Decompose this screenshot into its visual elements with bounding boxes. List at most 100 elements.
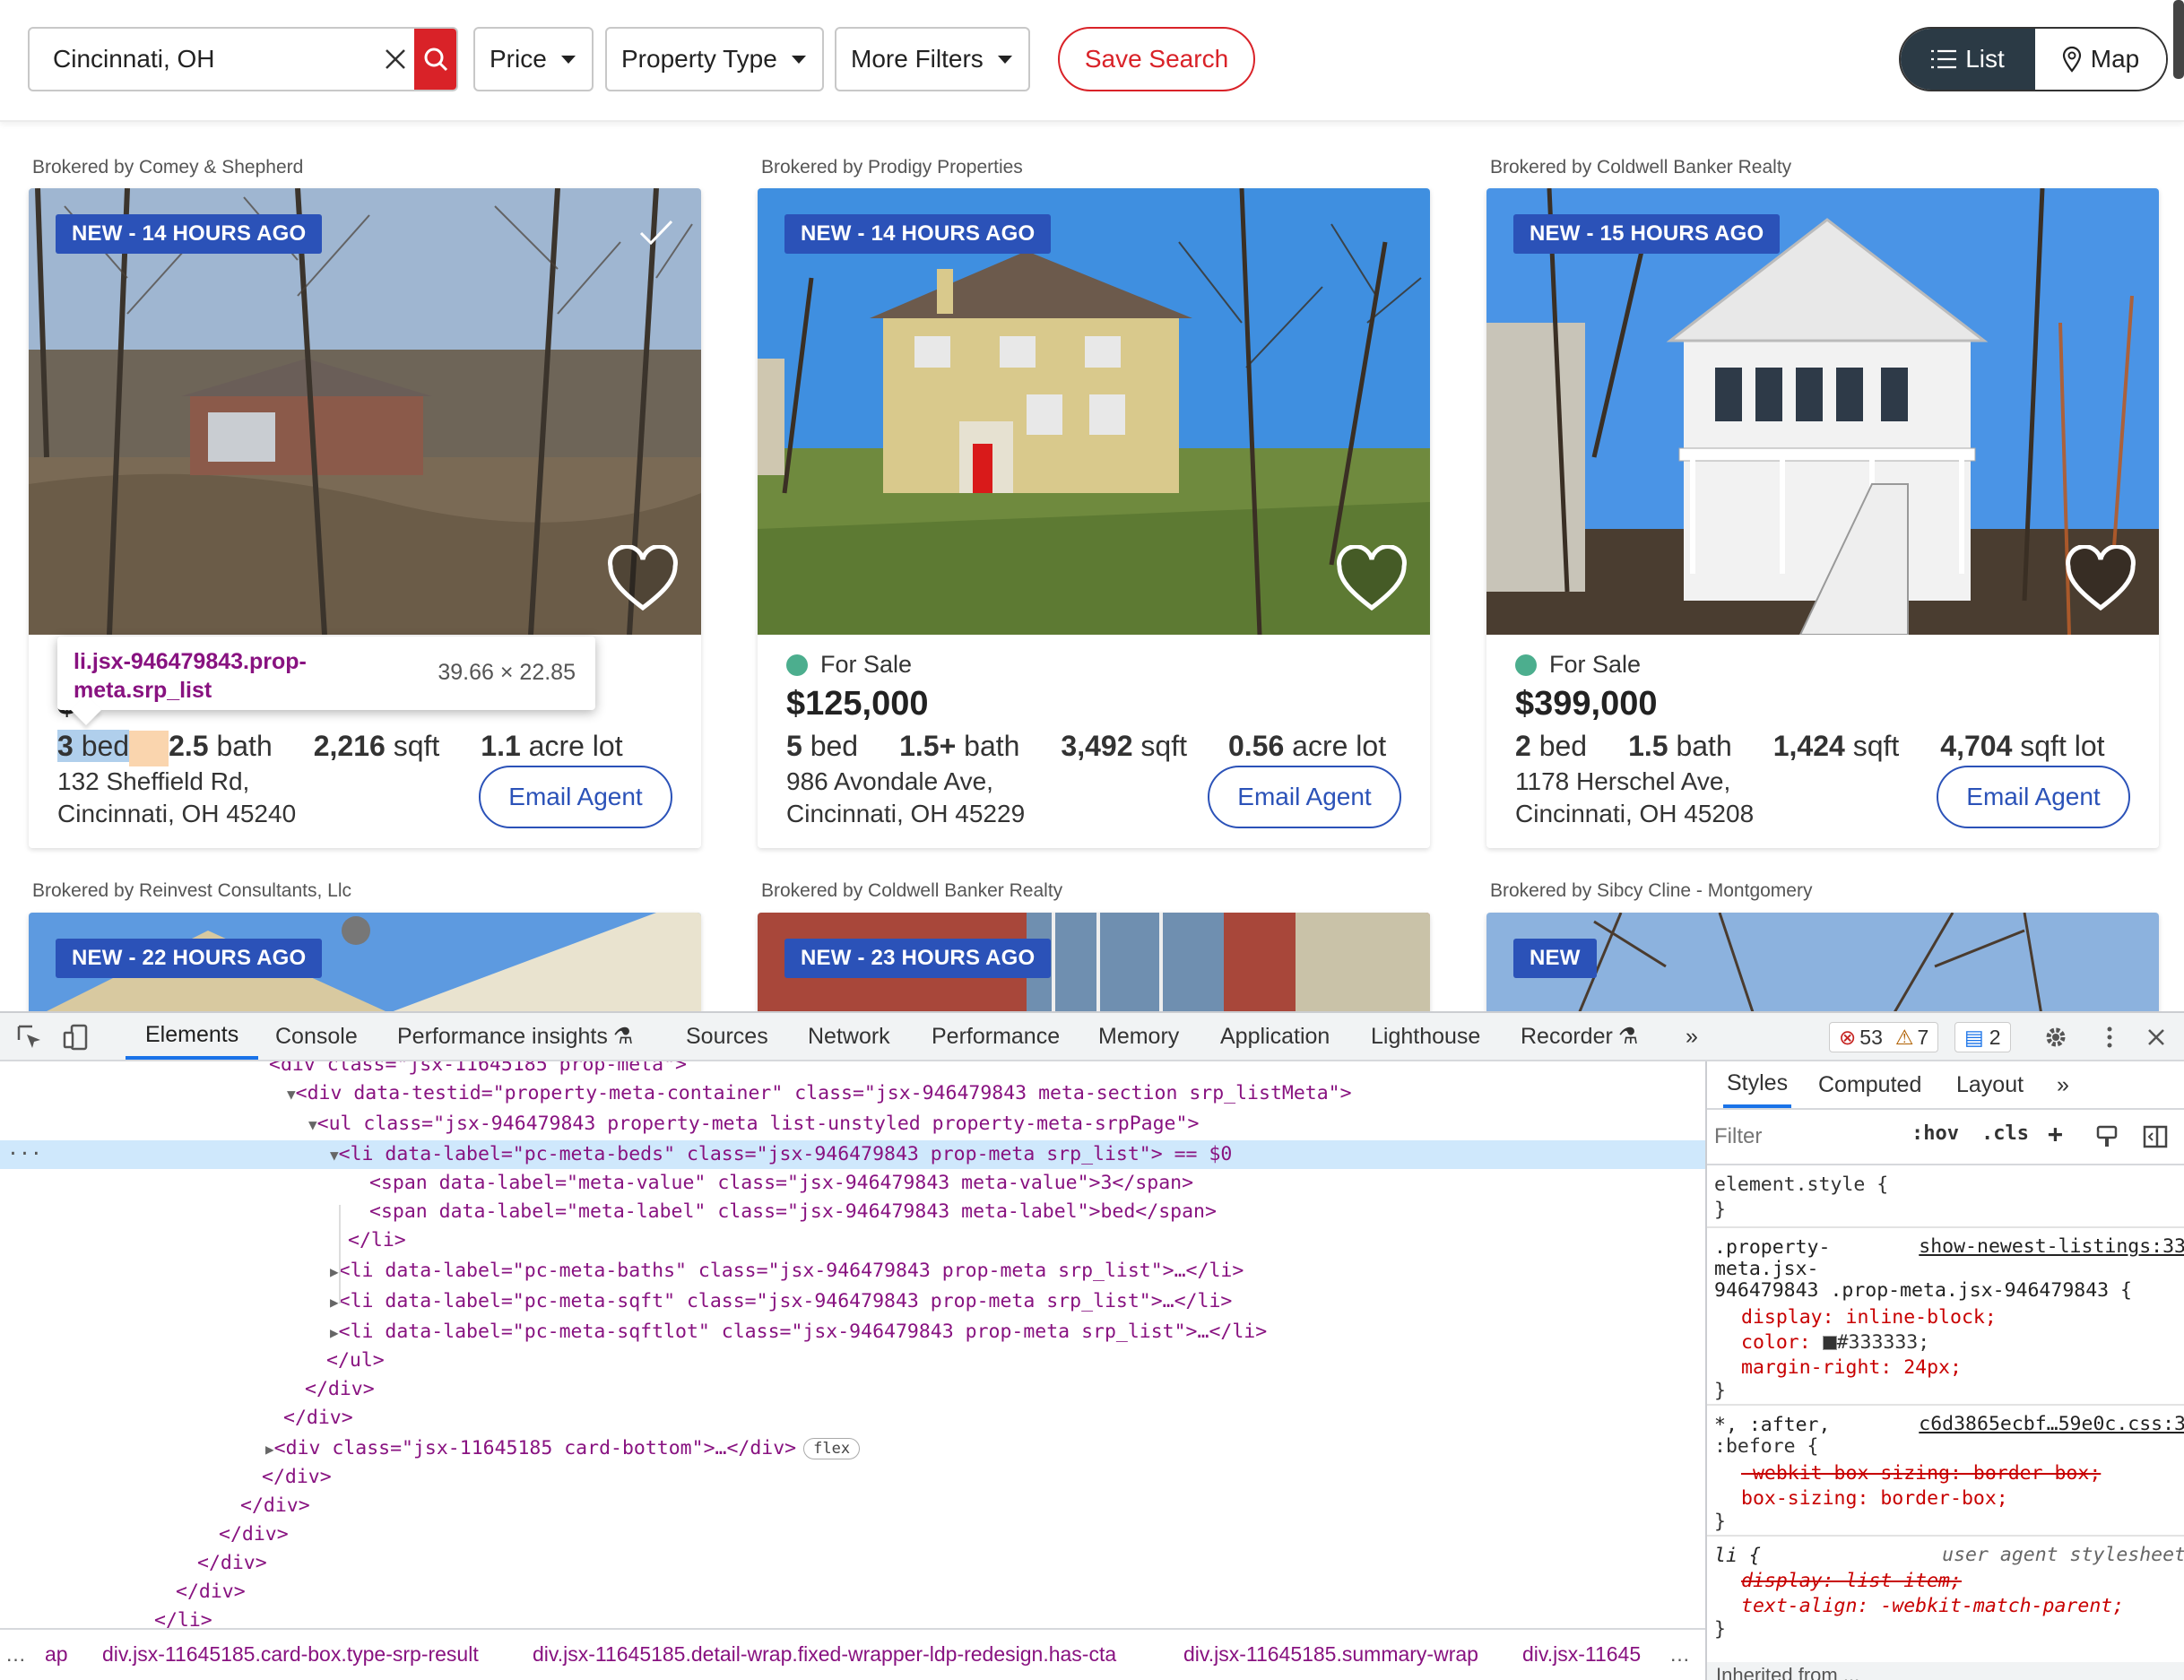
listing-card-box[interactable]: NEW - 14 HOURS AGO $ 3 bed2.5 bath2,216 … <box>29 188 701 848</box>
styles-filter-input[interactable] <box>1714 1121 1894 1153</box>
email-agent-button[interactable]: Email Agent <box>1937 766 2130 828</box>
more-options-icon[interactable] <box>2096 1024 2123 1051</box>
dom-node[interactable]: ▶<div class="jsx-11645185 card-bottom">…… <box>0 1434 1705 1463</box>
dom-node[interactable]: ▶<li data-label="pc-meta-baths" class="j… <box>0 1257 1705 1286</box>
listing-photo[interactable]: NEW - 15 HOURS AGO <box>1486 188 2159 635</box>
tab-application[interactable]: Application <box>1220 1013 1330 1060</box>
more-filters-dropdown[interactable]: More Filters <box>835 27 1030 91</box>
heart-icon[interactable] <box>1335 545 1408 613</box>
dom-node[interactable]: ▶<li data-label="pc-meta-sqft" class="js… <box>0 1287 1705 1316</box>
dom-node[interactable]: </div> <box>0 1578 1705 1606</box>
heart-icon[interactable] <box>606 545 680 613</box>
listing-address[interactable]: 986 Avondale Ave, Cincinnati, OH 45229 <box>786 766 1025 830</box>
dom-node[interactable]: <span data-label="meta-label" class="jsx… <box>0 1198 1705 1226</box>
listing-address[interactable]: 1178 Herschel Ave, Cincinnati, OH 45208 <box>1515 766 1754 830</box>
breadcrumb-item[interactable]: div.jsx-11645185.summary-wrap <box>1183 1642 1478 1667</box>
device-toolbar-icon[interactable] <box>63 1024 90 1051</box>
page-scrollbar[interactable] <box>2173 0 2184 79</box>
dom-node[interactable]: </div> <box>0 1463 1705 1492</box>
tab-performance[interactable]: Performance <box>932 1013 1060 1060</box>
breadcrumb-more[interactable]: … <box>1669 1642 1690 1667</box>
dom-node[interactable]: ▶<li data-label="pc-meta-sqftlot" class=… <box>0 1318 1705 1347</box>
close-icon[interactable] <box>2143 1024 2170 1051</box>
css-rule[interactable]: .property- show-newest-listings:33 meta.… <box>1707 1230 2184 1406</box>
dom-node[interactable]: </div> <box>0 1404 1705 1433</box>
more-tabs-button[interactable]: » <box>1686 1013 1698 1060</box>
list-view-button[interactable]: List <box>1901 29 2035 90</box>
gear-icon[interactable] <box>2042 1024 2069 1051</box>
tab-performance-insights[interactable]: Performance insights ⚗ <box>397 1013 633 1060</box>
issues-counter[interactable]: ▤ 2 <box>1954 1022 2011 1052</box>
rule-source-link[interactable]: c6d3865ecbf…59e0c.css:3 <box>1919 1413 2184 1435</box>
heart-icon[interactable] <box>2064 545 2137 613</box>
dom-node[interactable]: ▼<div data-testid="property-meta-contain… <box>0 1079 1705 1108</box>
tab-sources[interactable]: Sources <box>686 1013 768 1060</box>
dom-node[interactable]: <div class="jsx-11645185 prop-meta"> <box>0 1061 1705 1079</box>
tab-recorder[interactable]: Recorder ⚗ <box>1521 1013 1638 1060</box>
flex-badge[interactable]: flex <box>803 1438 861 1459</box>
save-search-button[interactable]: Save Search <box>1058 27 1255 91</box>
house-photo <box>1486 188 2159 635</box>
breadcrumb-item[interactable]: div.jsx-11645185.detail-wrap.fixed-wrapp… <box>533 1642 1116 1667</box>
css-declaration[interactable]: margin-right: 24px; <box>1741 1355 1962 1381</box>
breadcrumb-item[interactable]: div.jsx-11645 <box>1522 1642 1641 1667</box>
paint-icon[interactable] <box>2094 1124 2119 1149</box>
tab-layout[interactable]: Layout <box>1956 1061 2024 1108</box>
price-filter-dropdown[interactable]: Price <box>473 27 594 91</box>
sidebar-toggle-icon[interactable] <box>2143 1124 2168 1149</box>
tab-elements[interactable]: Elements <box>126 1013 259 1060</box>
clear-search-button[interactable] <box>377 29 414 90</box>
add-rule-icon[interactable]: + <box>2048 1119 2063 1148</box>
dom-node[interactable]: </li> <box>0 1226 1705 1255</box>
dom-node[interactable]: </ul> <box>0 1347 1705 1375</box>
email-agent-button[interactable]: Email Agent <box>479 766 672 828</box>
dom-node[interactable]: </div> <box>0 1520 1705 1549</box>
listing-card-box[interactable]: NEW - 14 HOURS AGO For Sale $125,000 5 b… <box>758 188 1430 848</box>
meta-beds: 3 bed <box>57 730 169 766</box>
console-counts[interactable]: ⊗ 53 ⚠ 7 <box>1829 1022 1939 1052</box>
css-rule[interactable]: element.style { } <box>1707 1165 2184 1228</box>
more-tabs-button[interactable]: » <box>2057 1061 2069 1108</box>
dom-node[interactable]: ▼<ul class="jsx-946479843 property-meta … <box>0 1110 1705 1139</box>
location-search-input[interactable] <box>30 29 377 90</box>
dom-node-selected[interactable]: ··· ▼<li data-label="pc-meta-beds" class=… <box>0 1140 1705 1169</box>
inspect-element-icon[interactable] <box>16 1024 43 1051</box>
listing-card-box[interactable]: NEW <box>1486 913 2159 1011</box>
css-declaration-overridden[interactable]: -webkit-box-sizing: border-box; <box>1741 1461 2101 1486</box>
map-view-button[interactable]: Map <box>2035 29 2166 90</box>
hover-state-toggle[interactable]: :hov <box>1911 1122 1959 1145</box>
breadcrumb-more[interactable]: … <box>5 1642 26 1667</box>
dom-node[interactable]: </div> <box>0 1375 1705 1404</box>
color-swatch[interactable] <box>1822 1336 1837 1350</box>
listing-address[interactable]: 132 Sheffield Rd, Cincinnati, OH 45240 <box>57 766 296 830</box>
listing-card-box[interactable]: NEW - 23 HOURS AGO <box>758 913 1430 1011</box>
listing-card-box[interactable]: NEW - 15 HOURS AGO For Sale $399,000 2 b… <box>1486 188 2159 848</box>
css-declaration[interactable]: color: #333333; <box>1741 1330 1929 1355</box>
breadcrumb-item[interactable]: ap <box>45 1642 68 1667</box>
meta-lot: 0.56 acre lot <box>1227 730 1387 762</box>
css-declaration[interactable]: box-sizing: border-box; <box>1741 1486 2008 1511</box>
tab-memory[interactable]: Memory <box>1098 1013 1179 1060</box>
email-agent-button[interactable]: Email Agent <box>1208 766 1401 828</box>
listing-card-box[interactable]: NEW - 22 HOURS AGO <box>29 913 701 1011</box>
dom-node[interactable]: </div> <box>0 1549 1705 1578</box>
property-type-filter-dropdown[interactable]: Property Type <box>605 27 824 91</box>
search-button[interactable] <box>413 29 456 90</box>
tab-computed[interactable]: Computed <box>1818 1061 1921 1108</box>
tab-lighthouse[interactable]: Lighthouse <box>1371 1013 1480 1060</box>
css-rule[interactable]: li { user agent stylesheet display: list… <box>1707 1538 2184 1644</box>
tab-styles[interactable]: Styles <box>1723 1061 1792 1108</box>
class-toggle[interactable]: .cls <box>1981 1122 2029 1145</box>
listing-photo[interactable]: NEW - 14 HOURS AGO <box>758 188 1430 635</box>
tab-network[interactable]: Network <box>808 1013 890 1060</box>
inspect-selector: li.jsx-946479843.prop-meta.srp_list <box>74 649 307 703</box>
css-rule[interactable]: *, :after, c6d3865ecbf…59e0c.css:3 :befo… <box>1707 1407 2184 1537</box>
css-declaration[interactable]: display: inline-block; <box>1741 1305 1997 1330</box>
rule-source-link[interactable]: show-newest-listings:33 <box>1919 1235 2184 1258</box>
tab-console[interactable]: Console <box>275 1013 358 1060</box>
dom-node[interactable]: <span data-label="meta-value" class="jsx… <box>0 1169 1705 1198</box>
breadcrumb-item[interactable]: div.jsx-11645185.card-box.type-srp-resul… <box>102 1642 479 1667</box>
listing-photo[interactable]: NEW - 14 HOURS AGO <box>29 188 701 635</box>
dom-node[interactable]: </div> <box>0 1492 1705 1520</box>
dom-node[interactable]: </li> <box>0 1606 1705 1628</box>
